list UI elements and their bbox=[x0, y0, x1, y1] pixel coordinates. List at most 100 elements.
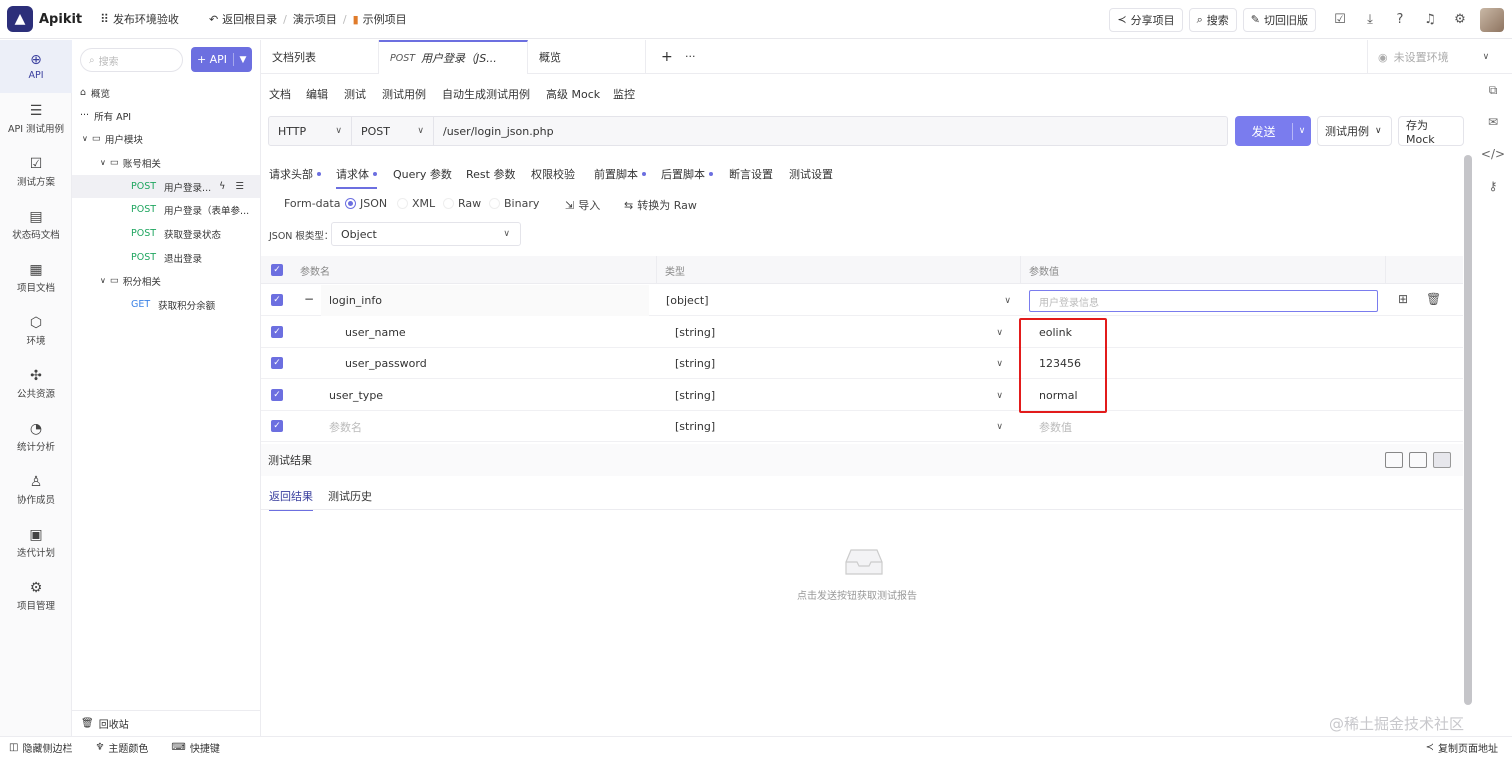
reqtab-headers[interactable]: 请求头部 bbox=[269, 166, 321, 182]
import-button[interactable]: ⇲ 导入 bbox=[565, 197, 600, 213]
tree-item-overview[interactable]: ⌂ 概览 bbox=[72, 81, 260, 104]
split-vertical-icon[interactable] bbox=[1385, 452, 1403, 468]
trash-icon[interactable]: 🗑 bbox=[1426, 292, 1441, 306]
rail-item-status-doc[interactable]: ▤ 状态码文档 bbox=[0, 199, 72, 252]
rail-item-api[interactable]: ⊕ API bbox=[0, 40, 72, 93]
theme-color-button[interactable]: ♆ 主题颜色 bbox=[95, 740, 148, 755]
reqtab-test-settings[interactable]: 测试设置 bbox=[789, 166, 833, 182]
convert-raw-button[interactable]: ⇆ 转换为 Raw bbox=[624, 197, 697, 213]
reqtab-rest[interactable]: Rest 参数 bbox=[466, 166, 515, 182]
chevron-down-icon[interactable]: ▼ bbox=[234, 55, 252, 65]
body-type-json[interactable]: JSON bbox=[345, 197, 387, 210]
rail-item-public-resource[interactable]: ✣ 公共资源 bbox=[0, 358, 72, 411]
save-mock-button[interactable]: 存为 Mock bbox=[1398, 116, 1464, 146]
row-checkbox[interactable]: ✓ bbox=[271, 357, 283, 369]
tree-item-api[interactable]: POST 获取登录状态 bbox=[72, 222, 260, 245]
param-type-select[interactable]: [string] ∨ bbox=[675, 380, 1003, 411]
rail-item-test-case[interactable]: ☰ API 测试用例 bbox=[0, 93, 72, 146]
tree-item-api[interactable]: POST 用户登录... ϟ ☰ bbox=[72, 175, 260, 198]
subtab-monitor[interactable]: 监控 bbox=[613, 86, 635, 102]
gear-icon[interactable]: ⚙ bbox=[1448, 8, 1472, 32]
tab-active-api[interactable]: POST 用户登录（JS... bbox=[379, 40, 528, 74]
param-type-select[interactable]: [string] ∨ bbox=[675, 411, 1003, 442]
param-name-input[interactable]: user_type bbox=[329, 380, 383, 411]
param-name-input[interactable]: user_name bbox=[345, 317, 406, 348]
json-root-select[interactable]: Object ∨ bbox=[331, 222, 521, 246]
env-release-menu[interactable]: ⠿ 发布环境验收 bbox=[100, 11, 179, 27]
rail-item-project-manage[interactable]: ⚙ 项目管理 bbox=[0, 570, 72, 623]
row-checkbox[interactable]: ✓ bbox=[271, 294, 283, 306]
back-root-button[interactable]: ↶ 返回根目录 bbox=[209, 11, 277, 27]
param-value-input[interactable]: 参数值 bbox=[1039, 411, 1072, 442]
rail-item-stats[interactable]: ◔ 统计分析 bbox=[0, 411, 72, 464]
row-checkbox[interactable]: ✓ bbox=[271, 420, 283, 432]
column-divider[interactable] bbox=[656, 256, 657, 283]
body-type-binary[interactable]: Binary bbox=[489, 197, 539, 210]
copy-url-button[interactable]: ≺ 复制页面地址 bbox=[1426, 740, 1498, 755]
param-name-input[interactable]: user_password bbox=[345, 348, 427, 379]
tree-item-all-api[interactable]: ··· 所有 API bbox=[72, 104, 260, 127]
test-case-dropdown[interactable]: 测试用例 ∨ bbox=[1317, 116, 1392, 146]
rail-item-test-plan[interactable]: ☑ 测试方案 bbox=[0, 146, 72, 199]
subtab-test-case[interactable]: 测试用例 bbox=[382, 86, 426, 102]
add-api-button[interactable]: + API ▼ bbox=[191, 47, 252, 72]
subtab-edit[interactable]: 编辑 bbox=[306, 86, 328, 102]
rail-item-members[interactable]: ♙ 协作成员 bbox=[0, 464, 72, 517]
reqtab-query[interactable]: Query 参数 bbox=[393, 166, 452, 182]
body-type-xml[interactable]: XML bbox=[397, 197, 435, 210]
tree-item-api[interactable]: POST 用户登录（表单参... bbox=[72, 198, 260, 221]
tab-test-history[interactable]: 测试历史 bbox=[328, 488, 372, 504]
param-type-select[interactable]: [string] ∨ bbox=[675, 348, 1003, 379]
key-icon[interactable]: ⚷ bbox=[1474, 170, 1512, 202]
tree-group-points[interactable]: ∨ ▭ 积分相关 bbox=[72, 269, 260, 292]
column-divider[interactable] bbox=[1020, 256, 1021, 283]
param-name-input[interactable]: login_info bbox=[321, 285, 649, 316]
tree-group-user[interactable]: ∨ ▭ 用户模块 bbox=[72, 127, 260, 150]
body-type-raw[interactable]: Raw bbox=[443, 197, 481, 210]
param-value-input[interactable]: 用户登录信息 bbox=[1029, 290, 1378, 312]
download-icon[interactable]: ⤓ bbox=[1358, 8, 1382, 32]
mail-icon[interactable]: ✉ bbox=[1474, 106, 1512, 138]
rail-item-iteration[interactable]: ▣ 迭代计划 bbox=[0, 517, 72, 570]
subtab-auto-gen[interactable]: 自动生成测试用例 bbox=[442, 86, 530, 102]
tree-search-input[interactable]: ⌕ 搜索 bbox=[80, 48, 183, 72]
row-checkbox[interactable]: ✓ bbox=[271, 326, 283, 338]
subtab-doc[interactable]: 文档 bbox=[269, 86, 291, 102]
body-type-form-data[interactable]: Form-data bbox=[269, 197, 340, 210]
rail-item-env[interactable]: ⬡ 环境 bbox=[0, 305, 72, 358]
reqtab-pre-script[interactable]: 前置脚本 bbox=[594, 166, 646, 182]
lightning-icon[interactable]: ϟ bbox=[219, 181, 225, 192]
url-input[interactable]: /user/login_json.php bbox=[434, 117, 1227, 145]
help-icon[interactable]: ? bbox=[1388, 8, 1412, 32]
share-project-button[interactable]: ≺ 分享项目 bbox=[1109, 7, 1183, 32]
add-tab-icon[interactable]: + bbox=[661, 49, 673, 65]
add-child-icon[interactable]: ⊞ bbox=[1398, 292, 1408, 306]
tab-doc-list[interactable]: 文档列表 bbox=[261, 40, 379, 74]
recycle-bin[interactable]: 🗑 回收站 bbox=[72, 710, 260, 736]
shortcuts-button[interactable]: ⌨ 快捷键 bbox=[171, 740, 219, 755]
tab-return-result[interactable]: 返回结果 bbox=[269, 488, 313, 511]
hide-sidebar-button[interactable]: ◫ 隐藏侧边栏 bbox=[9, 740, 72, 755]
subtab-mock[interactable]: 高级 Mock bbox=[546, 86, 600, 102]
method-select[interactable]: POST ∨ bbox=[352, 117, 434, 145]
reqtab-auth[interactable]: 权限校验 bbox=[531, 166, 575, 182]
vertical-scrollbar[interactable] bbox=[1464, 155, 1472, 705]
reqtab-assert[interactable]: 断言设置 bbox=[729, 166, 773, 182]
copy-icon[interactable]: ⧉ bbox=[1474, 74, 1512, 106]
env-selector[interactable]: ◉ 未设置环境 ∨ bbox=[1367, 40, 1512, 74]
chevron-down-icon[interactable]: ∨ bbox=[1293, 126, 1311, 136]
split-horizontal-icon[interactable] bbox=[1409, 452, 1427, 468]
row-checkbox[interactable]: ✓ bbox=[271, 389, 283, 401]
param-name-input[interactable]: 参数名 bbox=[329, 411, 362, 442]
tree-item-api[interactable]: POST 退出登录 bbox=[72, 246, 260, 269]
single-panel-icon[interactable] bbox=[1433, 452, 1451, 468]
bell-icon[interactable]: ♫ bbox=[1418, 8, 1442, 32]
collapse-icon[interactable]: − bbox=[304, 292, 314, 306]
select-all-checkbox[interactable]: ✓ bbox=[271, 264, 283, 276]
menu-icon[interactable]: ☰ bbox=[235, 181, 244, 192]
tree-group-account[interactable]: ∨ ▭ 账号相关 bbox=[72, 151, 260, 174]
param-type-select[interactable]: [string] ∨ bbox=[675, 317, 1003, 348]
send-button[interactable]: 发送 ∨ bbox=[1235, 116, 1311, 146]
tree-item-api[interactable]: GET 获取积分余额 bbox=[72, 293, 260, 316]
reqtab-body[interactable]: 请求体 bbox=[336, 166, 377, 189]
